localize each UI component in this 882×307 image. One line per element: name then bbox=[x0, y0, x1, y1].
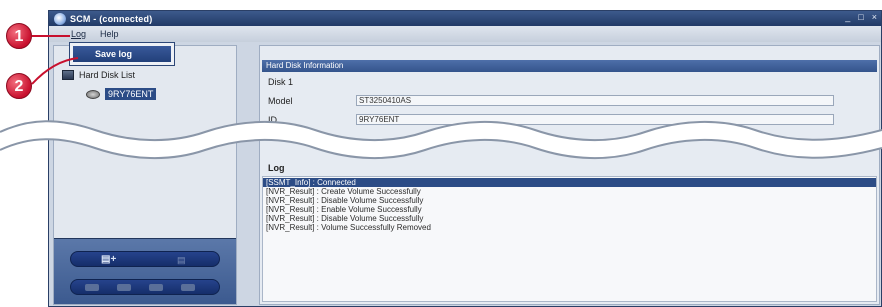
title-bar: SCM - (connected) _ □ × bbox=[49, 11, 881, 26]
action-panel: ▤+ ▤ bbox=[54, 238, 236, 304]
log-line: [SSMT_Info] : Connected bbox=[263, 178, 876, 187]
volume-control-bar bbox=[70, 279, 220, 295]
log-line: [NVR_Result] : Enable Volume Successfull… bbox=[266, 205, 422, 214]
control-button-2[interactable] bbox=[117, 284, 131, 291]
log-list[interactable]: [SSMT_Info] : Connected [NVR_Result] : C… bbox=[262, 176, 877, 302]
log-line: [NVR_Result] : Volume Successfully Remov… bbox=[266, 223, 431, 232]
model-field: ST3250410AS bbox=[356, 95, 834, 106]
log-line: [NVR_Result] : Disable Volume Successful… bbox=[266, 196, 424, 205]
log-line: [NVR_Result] : Create Volume Successfull… bbox=[266, 187, 421, 196]
add-volume-icon[interactable]: ▤+ bbox=[101, 254, 116, 265]
menu-bar: Log Help bbox=[49, 26, 881, 42]
control-button-1[interactable] bbox=[85, 284, 99, 291]
log-line: [NVR_Result] : Disable Volume Successful… bbox=[266, 214, 424, 223]
remove-volume-icon[interactable]: ▤ bbox=[177, 255, 186, 266]
log-title: Log bbox=[268, 163, 285, 173]
control-button-4[interactable] bbox=[181, 284, 195, 291]
disk-info-pane: Hard Disk Information Disk 1 Model ST325… bbox=[259, 45, 880, 305]
torn-edge-divider bbox=[0, 120, 882, 160]
volume-action-bar: ▤+ ▤ bbox=[70, 251, 220, 267]
callout-badge-1: 1 bbox=[6, 23, 32, 49]
model-label: Model bbox=[268, 96, 293, 106]
minimize-button[interactable]: _ bbox=[845, 12, 850, 22]
close-button[interactable]: × bbox=[872, 12, 877, 22]
disk-number-label: Disk 1 bbox=[268, 77, 294, 87]
control-button-3[interactable] bbox=[149, 284, 163, 291]
hard-disk-info-header: Hard Disk Information bbox=[262, 60, 877, 72]
maximize-button[interactable]: □ bbox=[858, 12, 863, 22]
callout-badge-2: 2 bbox=[6, 73, 32, 99]
window-controls: _ □ × bbox=[845, 12, 877, 22]
